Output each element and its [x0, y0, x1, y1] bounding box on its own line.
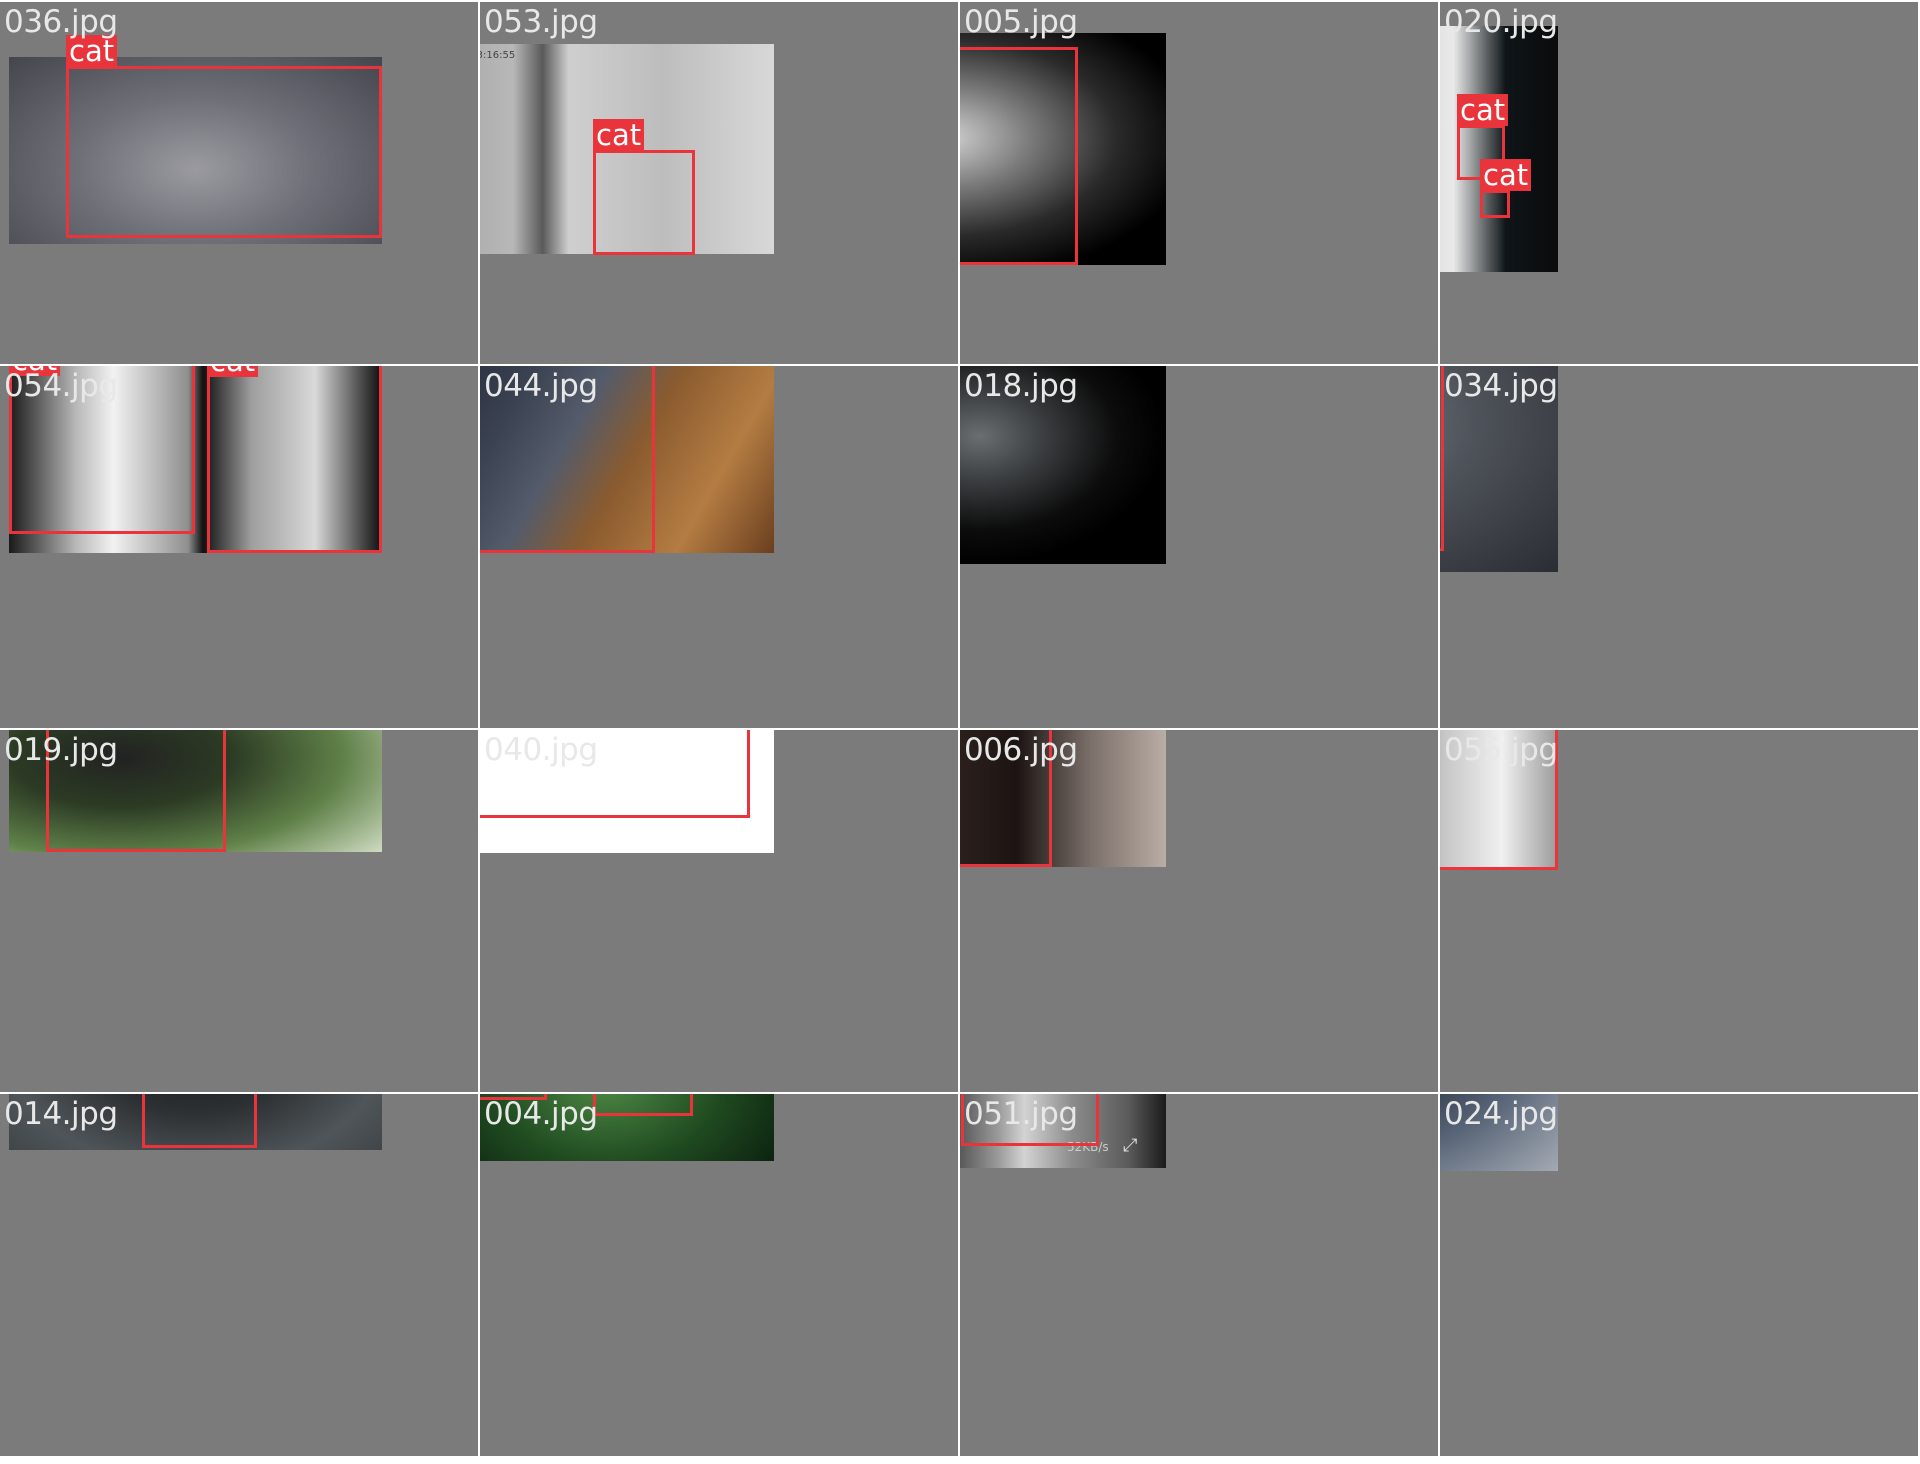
image-tile[interactable]: 014.jpg cat — [0, 1094, 478, 1456]
filename-label: 019.jpg — [4, 732, 118, 768]
detection-label: cat — [207, 366, 259, 377]
detection-label: cat — [1480, 159, 1532, 191]
detection-box: cat — [960, 47, 1078, 265]
image-tile[interactable]: Ha mLive | 08/18 2:26:49 AM‹⚙SD▴YI52KB/s… — [960, 1094, 1438, 1456]
filename-label: 005.jpg — [964, 4, 1078, 40]
filename-label: 055.jpg — [1444, 732, 1558, 768]
detection-box: cat — [593, 119, 695, 255]
filename-label: 044.jpg — [484, 368, 598, 404]
filename-label: 054.jpg — [4, 368, 118, 404]
image-tile[interactable]: 054.jpgcatcat — [0, 366, 478, 728]
filename-label: 040.jpg — [484, 732, 598, 768]
filename-label: 036.jpg — [4, 4, 118, 40]
image-tile[interactable]: 044.jpgcat — [480, 366, 958, 728]
image-tile[interactable]: 034.jpgcat — [1440, 366, 1918, 728]
detection-box: cat — [1480, 159, 1532, 218]
detection-label: cat — [593, 119, 645, 151]
filename-label: 014.jpg — [4, 1096, 118, 1132]
filename-label: 018.jpg — [964, 368, 1078, 404]
camera-timestamp: 2022-03-20 13:16:55 — [480, 50, 516, 61]
detection-box: cat — [66, 35, 382, 238]
image-tile[interactable]: 006.jpgcat — [960, 730, 1438, 1092]
detection-box: cat — [142, 1094, 257, 1148]
image-tile[interactable]: 2022-03-20 13:16:55 053.jpg cat — [480, 2, 958, 364]
filename-label: 004.jpg — [484, 1096, 598, 1132]
image-tile[interactable]: 040.jpgcat — [480, 730, 958, 1092]
detection-box: cat — [207, 366, 382, 553]
filename-label: 051.jpg — [964, 1096, 1078, 1132]
image-tile[interactable]: 004.jpgcatcatcatcatcatcat — [480, 1094, 958, 1456]
image-tile[interactable]: 024.jpgcat — [1440, 1094, 1918, 1456]
image-tile[interactable]: 019.jpgcat — [0, 730, 478, 1092]
filename-label: 020.jpg — [1444, 4, 1558, 40]
image-tile[interactable]: 020.jpgcatcatcatcat — [1440, 2, 1918, 364]
expand-icon[interactable]: ⤢ — [1123, 1135, 1137, 1157]
filename-label: 034.jpg — [1444, 368, 1558, 404]
detection-box: cat — [593, 1094, 693, 1116]
image-tile[interactable]: 005.jpg cat — [960, 2, 1438, 364]
detection-grid: 036.jpgcat2022-03-20 13:16:55053.jpgcat0… — [0, 0, 1920, 1464]
detection-label: cat — [1457, 94, 1509, 126]
image-tile[interactable]: 055.jpgcatcat — [1440, 730, 1918, 1092]
filename-label: 006.jpg — [964, 732, 1078, 768]
image-tile[interactable]: 036.jpg cat — [0, 2, 478, 364]
image-tile[interactable]: 018.jpg — [960, 366, 1438, 728]
filename-label: 053.jpg — [484, 4, 598, 40]
filename-label: 024.jpg — [1444, 1096, 1558, 1132]
